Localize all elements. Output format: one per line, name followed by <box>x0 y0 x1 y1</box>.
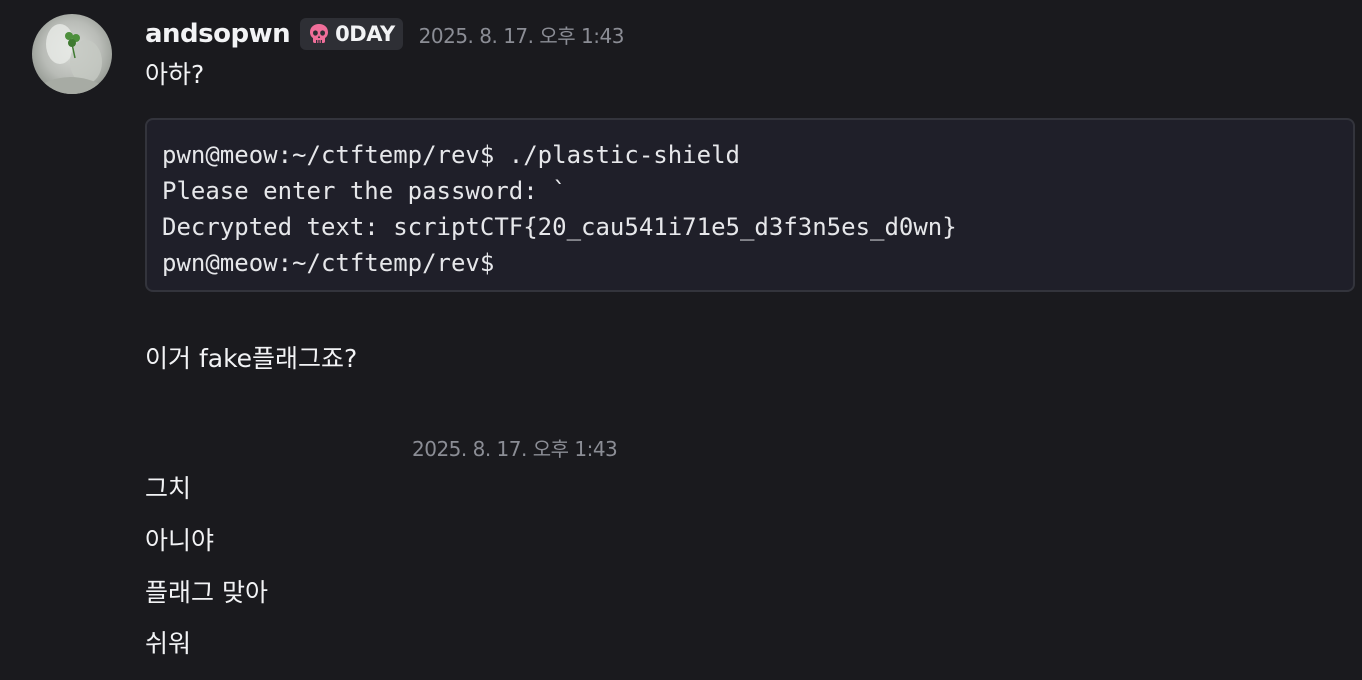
message-text: 플래그 맞아 <box>145 578 268 607</box>
message-text: 이거 fake플래그죠? <box>145 344 358 373</box>
message-text: 아니야 <box>145 526 215 555</box>
avatar[interactable] <box>32 14 112 94</box>
code-line: Please enter the password: ` <box>162 177 567 205</box>
username[interactable]: andsopwn <box>145 19 291 49</box>
role-tag-label: 0DAY <box>335 22 395 46</box>
message-text: 그치 <box>145 474 192 503</box>
code-block: pwn@meow:~/ctftemp/rev$ ./plastic-shield… <box>145 118 1355 292</box>
message-timestamp[interactable]: 2025. 8. 17. 오후 1:43 <box>419 20 625 49</box>
code-line: Decrypted text: scriptCTF{20_cau541i71e5… <box>162 213 957 241</box>
role-tag[interactable]: 0DAY <box>300 18 403 50</box>
code-line: pwn@meow:~/ctftemp/rev$ <box>162 249 495 277</box>
code-line: pwn@meow:~/ctftemp/rev$ ./plastic-shield <box>162 141 740 169</box>
message-text: 아하? <box>145 60 205 89</box>
skull-icon <box>306 21 332 47</box>
message-header: andsopwn 0DAY 2025. 8. 17. 오후 1:43 <box>145 14 624 54</box>
message-text: 쉬워 <box>145 629 192 658</box>
message-timestamp[interactable]: 2025. 8. 17. 오후 1:43 <box>412 434 618 464</box>
